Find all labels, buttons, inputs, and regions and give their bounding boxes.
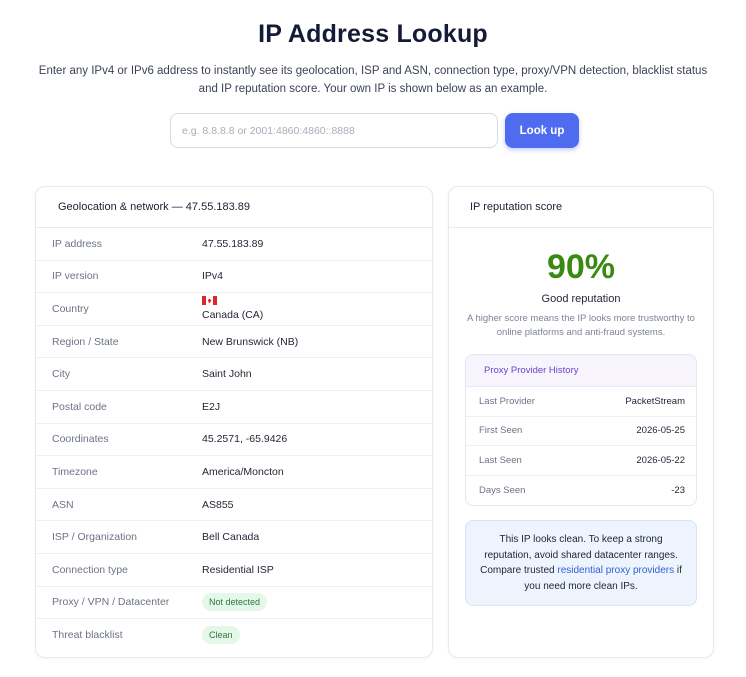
provider-row-days-seen: Days Seen -23 <box>466 476 696 506</box>
geo-value-blacklist: Clean <box>202 626 240 645</box>
provider-value: PacketStream <box>625 395 685 407</box>
reputation-card: IP reputation score 90% Good reputation … <box>448 186 714 658</box>
page-title: IP Address Lookup <box>258 20 488 48</box>
blacklist-status-badge: Clean <box>202 626 240 645</box>
geo-row-asn: ASN AS855 <box>36 489 432 522</box>
geo-label: IP version <box>52 270 99 283</box>
geo-row-timezone: Timezone America/Moncton <box>36 456 432 489</box>
residential-proxy-providers-link[interactable]: residential proxy providers <box>557 565 674 576</box>
geo-value: America/Moncton <box>202 465 284 478</box>
geo-row-coordinates: Coordinates 45.2571, -65.9426 <box>36 424 432 457</box>
geo-label: Timezone <box>52 465 98 478</box>
geo-row-isp: ISP / Organization Bell Canada <box>36 521 432 554</box>
geo-label: Proxy / VPN / Datacenter <box>52 596 170 609</box>
geo-row-region: Region / State New Brunswick (NB) <box>36 326 432 359</box>
provider-label: Last Seen <box>479 454 522 466</box>
geolocation-card-title: Geolocation & network — 47.55.183.89 <box>36 187 432 228</box>
look-up-button[interactable]: Look up <box>505 113 579 148</box>
geo-label: City <box>52 368 71 381</box>
proxy-status-badge: Not detected <box>202 593 268 612</box>
geo-value-country: Canada (CA) <box>202 296 263 321</box>
provider-label: First Seen <box>479 425 523 437</box>
canada-flag-icon <box>202 296 217 306</box>
provider-row-last-seen: Last Seen 2026-05-22 <box>466 446 696 476</box>
provider-value: 2026-05-25 <box>636 425 685 437</box>
provider-value: 2026-05-22 <box>636 454 685 466</box>
geo-value: Bell Canada <box>202 531 260 544</box>
proxy-provider-history: Proxy Provider History Last Provider Pac… <box>465 354 697 506</box>
clean-ip-note: This IP looks clean. To keep a strong re… <box>465 520 697 606</box>
provider-label: Days Seen <box>479 484 526 496</box>
geo-row-blacklist: Threat blacklist Clean <box>36 619 432 652</box>
geo-row-ip-version: IP version IPv4 <box>36 261 432 294</box>
geo-value: 45.2571, -65.9426 <box>202 433 288 446</box>
geo-label: ISP / Organization <box>52 531 138 544</box>
page-description: Enter any IPv4 or IPv6 address to instan… <box>38 65 708 95</box>
reputation-card-title: IP reputation score <box>449 187 713 228</box>
geolocation-card: Geolocation & network — 47.55.183.89 IP … <box>35 186 433 658</box>
geo-label: Postal code <box>52 400 107 413</box>
geo-row-ip-address: IP address 47.55.183.89 <box>36 228 432 261</box>
geo-value: New Brunswick (NB) <box>202 335 299 348</box>
provider-value: -23 <box>671 484 685 496</box>
geo-value: E2J <box>202 400 221 413</box>
geo-value: 47.55.183.89 <box>202 237 264 250</box>
provider-history-title: Proxy Provider History <box>466 355 696 387</box>
geo-row-country: Country Canada (CA) <box>36 293 432 326</box>
geo-row-city: City Saint John <box>36 358 432 391</box>
reputation-score: 90% <box>546 248 616 286</box>
geo-value-proxy: Not detected <box>202 593 268 612</box>
country-name: Canada (CA) <box>202 309 264 322</box>
geolocation-table: IP address 47.55.183.89 IP version IPv4 … <box>36 228 432 652</box>
geo-label: IP address <box>52 237 103 250</box>
provider-row-first-seen: First Seen 2026-05-25 <box>466 417 696 446</box>
geo-label: Coordinates <box>52 433 109 446</box>
geo-label: ASN <box>52 498 74 511</box>
geo-label: Threat blacklist <box>52 629 123 642</box>
provider-label: Last Provider <box>479 395 535 407</box>
geo-row-proxy: Proxy / VPN / Datacenter Not detected <box>36 587 432 620</box>
ip-search-input[interactable] <box>170 113 498 148</box>
geo-label: Connection type <box>52 563 128 576</box>
reputation-label: Good reputation <box>541 293 621 305</box>
geo-value: Saint John <box>202 368 252 381</box>
geo-row-connection-type: Connection type Residential ISP <box>36 554 432 587</box>
geo-value: Residential ISP <box>202 563 274 576</box>
geo-value: AS855 <box>202 498 234 511</box>
geo-value: IPv4 <box>202 270 224 283</box>
provider-row-last-provider: Last Provider PacketStream <box>466 387 696 417</box>
reputation-description: A higher score means the IP looks more t… <box>467 313 695 338</box>
geo-label: Country <box>52 302 89 315</box>
geo-label: Region / State <box>52 335 119 348</box>
geo-row-postal-code: Postal code E2J <box>36 391 432 424</box>
